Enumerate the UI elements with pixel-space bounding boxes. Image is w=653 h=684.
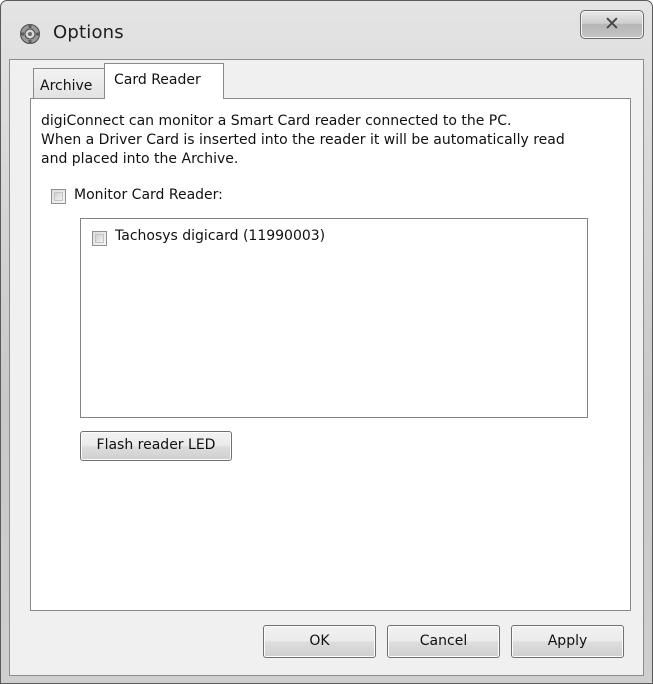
close-button[interactable]: ✕ bbox=[580, 10, 644, 39]
description-line: digiConnect can monitor a Smart Card rea… bbox=[41, 113, 512, 129]
tab-card-reader[interactable]: Card Reader bbox=[104, 63, 224, 99]
tab-archive[interactable]: Archive bbox=[33, 68, 105, 98]
flash-reader-led-button[interactable]: Flash reader LED bbox=[80, 431, 232, 461]
title-bar: Options ✕ bbox=[1, 1, 652, 59]
reader-checkbox[interactable] bbox=[92, 231, 107, 246]
reader-label[interactable]: Tachosys digicard (11990003) bbox=[115, 228, 325, 244]
dialog-body: Archive Card Reader digiConnect can moni… bbox=[9, 59, 644, 676]
description-line: and placed into the Archive. bbox=[41, 151, 239, 167]
card-reader-description: digiConnect can monitor a Smart Card rea… bbox=[41, 112, 621, 169]
options-dialog: Options ✕ Archive Card Reader digiConnec… bbox=[0, 0, 653, 684]
close-icon[interactable]: ✕ bbox=[581, 13, 643, 35]
description-line: When a Driver Card is inserted into the … bbox=[41, 132, 565, 148]
monitor-card-reader-label[interactable]: Monitor Card Reader: bbox=[74, 187, 223, 203]
tab-card-reader-label: Card Reader bbox=[114, 72, 201, 88]
ok-button[interactable]: OK bbox=[263, 625, 376, 658]
tab-archive-label: Archive bbox=[40, 78, 93, 94]
cancel-button[interactable]: Cancel bbox=[387, 625, 500, 658]
apply-button[interactable]: Apply bbox=[511, 625, 624, 658]
gear-options-icon bbox=[20, 24, 40, 44]
card-reader-list[interactable]: Tachosys digicard (11990003) bbox=[80, 218, 588, 418]
window-title: Options bbox=[53, 22, 124, 43]
monitor-card-reader-checkbox[interactable] bbox=[51, 189, 66, 204]
